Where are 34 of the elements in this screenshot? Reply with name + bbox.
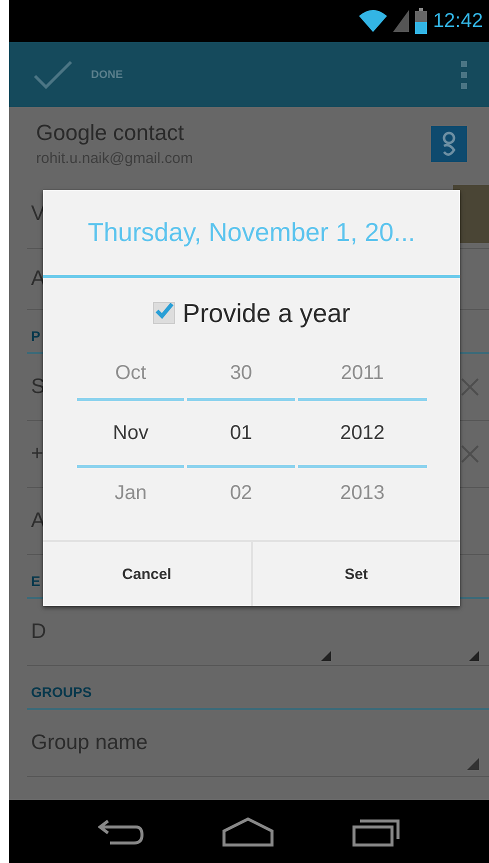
- dropdown-triangle-icon[interactable]: [321, 651, 331, 661]
- dialog-title: Thursday, November 1, 20...: [43, 190, 460, 278]
- account-type: Google contact: [36, 120, 185, 146]
- year-checkbox[interactable]: [152, 302, 175, 324]
- dropdown-triangle-icon[interactable]: [467, 758, 479, 770]
- picker-value[interactable]: 2012: [298, 401, 427, 465]
- picker-value[interactable]: Oct: [77, 348, 184, 398]
- clock-time: 12:42: [432, 10, 483, 32]
- picker-value[interactable]: Jan: [77, 468, 184, 518]
- overflow-menu-icon[interactable]: [461, 60, 467, 88]
- picker-value[interactable]: 2011: [298, 348, 427, 398]
- done-button[interactable]: DONE: [29, 54, 127, 96]
- checkbox-label: Provide a year: [182, 298, 350, 328]
- signal-icon: [392, 10, 409, 32]
- section-header: P: [31, 328, 40, 344]
- section-header: GROUPS: [31, 684, 92, 700]
- close-icon[interactable]: [461, 378, 479, 396]
- wifi-icon: [358, 10, 387, 32]
- dropdown-triangle-icon[interactable]: [469, 651, 479, 661]
- dialog-button[interactable]: Set: [250, 542, 460, 606]
- picker-value[interactable]: 30: [187, 348, 295, 398]
- close-icon[interactable]: [461, 445, 479, 463]
- picker-value[interactable]: 2013: [298, 468, 427, 518]
- section-header: E: [31, 573, 40, 589]
- picker-value[interactable]: Nov: [77, 401, 184, 465]
- picker-value[interactable]: 02: [187, 468, 295, 518]
- battery-icon: [414, 8, 427, 34]
- checkmark-icon: [33, 60, 73, 90]
- field-label: D: [31, 620, 46, 644]
- field-label: +: [31, 442, 44, 466]
- google-logo-icon: [431, 126, 467, 162]
- picker-value[interactable]: 01: [187, 401, 295, 465]
- group-name-field[interactable]: Group name: [27, 710, 489, 777]
- dialog-button[interactable]: Cancel: [43, 542, 250, 606]
